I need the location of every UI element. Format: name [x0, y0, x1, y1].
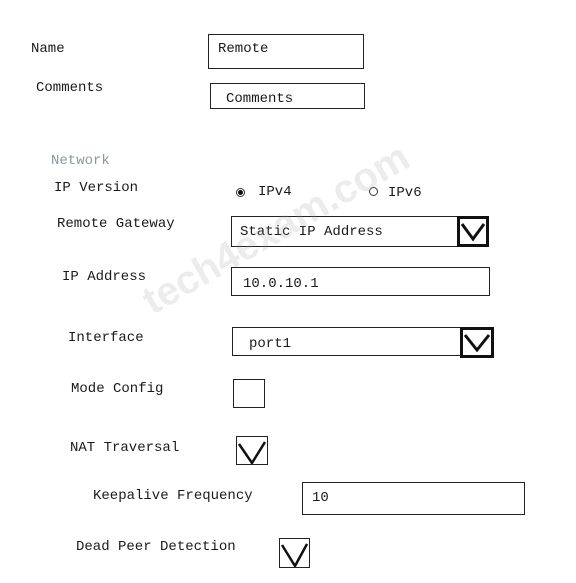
interface-value: port1 — [249, 336, 292, 352]
dead-peer-detection-label: Dead Peer Detection — [76, 539, 236, 555]
interface-label: Interface — [68, 330, 144, 346]
interface-select[interactable]: port1 — [232, 327, 463, 356]
name-label: Name — [31, 41, 65, 57]
keepalive-frequency-label: Keepalive Frequency — [93, 488, 253, 504]
remote-gateway-select[interactable]: Static IP Address — [231, 216, 459, 247]
name-input-value: Remote — [218, 41, 269, 57]
mode-config-label: Mode Config — [71, 381, 164, 397]
dead-peer-detection-checkbox[interactable] — [279, 538, 310, 568]
remote-gateway-label: Remote Gateway — [57, 216, 175, 232]
remote-gateway-dropdown-button[interactable] — [457, 216, 489, 247]
keepalive-frequency-value: 10 — [312, 490, 329, 506]
ipv4-radio[interactable] — [236, 188, 245, 197]
ipv6-radio-label[interactable]: IPv6 — [388, 185, 422, 201]
comments-label: Comments — [36, 80, 104, 96]
chevron-down-icon — [463, 334, 491, 353]
nat-traversal-checkbox[interactable] — [236, 436, 268, 465]
ip-address-value: 10.0.10.1 — [243, 276, 319, 292]
ip-version-label: IP Version — [54, 180, 139, 196]
ip-address-input[interactable]: 10.0.10.1 — [231, 267, 490, 296]
keepalive-frequency-input[interactable]: 10 — [302, 482, 525, 515]
ip-address-label: IP Address — [62, 269, 147, 285]
checkmark-icon — [280, 543, 309, 567]
ipv6-radio[interactable] — [369, 187, 378, 196]
ipv4-radio-label[interactable]: IPv4 — [258, 184, 292, 200]
nat-traversal-label: NAT Traversal — [70, 440, 180, 456]
mode-config-checkbox[interactable] — [233, 379, 265, 408]
comments-input-placeholder: Comments — [226, 91, 294, 107]
chevron-down-icon — [460, 223, 486, 242]
comments-input[interactable]: Comments — [210, 83, 365, 109]
network-section-heading: Network — [51, 153, 110, 169]
remote-gateway-value: Static IP Address — [240, 224, 383, 240]
name-input[interactable]: Remote — [208, 34, 364, 69]
checkmark-icon — [237, 441, 267, 464]
interface-dropdown-button[interactable] — [460, 327, 494, 358]
